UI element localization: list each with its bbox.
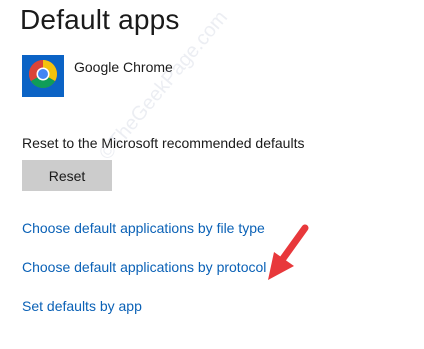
app-name[interactable]: Google Chrome [74, 59, 173, 75]
app-tile[interactable] [22, 55, 64, 97]
choose-by-protocol-link[interactable]: Choose default applications by protocol [22, 259, 266, 275]
set-defaults-by-app-link[interactable]: Set defaults by app [22, 298, 142, 314]
reset-description: Reset to the Microsoft recommended defau… [22, 135, 305, 151]
web-browser-row[interactable]: Google Chrome [22, 55, 173, 97]
default-apps-page: Default apps Google Chrome Reset to the … [0, 0, 424, 349]
annotation-arrow-icon [268, 224, 309, 280]
choose-by-file-type-link[interactable]: Choose default applications by file type [22, 220, 265, 236]
chrome-icon [28, 59, 58, 94]
page-title: Default apps [20, 4, 180, 35]
reset-button[interactable]: Reset [22, 160, 112, 191]
